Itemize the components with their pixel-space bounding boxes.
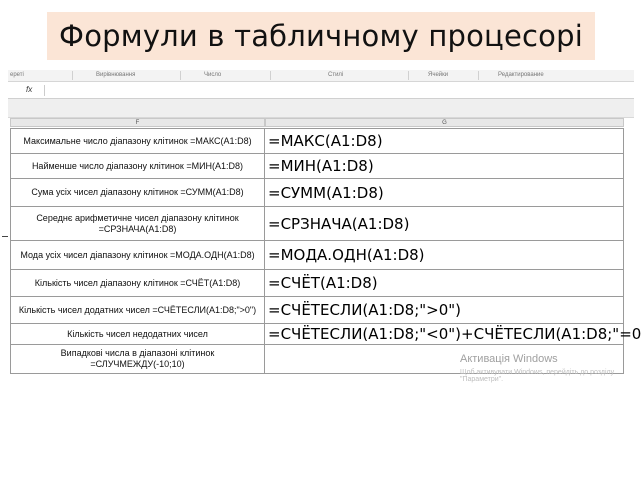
ribbon-separator bbox=[408, 71, 409, 80]
sheet-gray-area bbox=[8, 99, 634, 118]
ribbon-group-alignment[interactable]: Вирівнювання bbox=[96, 72, 135, 78]
description-cell[interactable]: Мода усіх чисел діапазону клітинок =МОДА… bbox=[10, 241, 265, 270]
ribbon-group-font[interactable]: ереті bbox=[10, 72, 24, 78]
formula-cell[interactable]: =СУММ(A1:D8) bbox=[265, 179, 624, 207]
formula-cell[interactable]: =МИН(A1:D8) bbox=[265, 154, 624, 179]
formula-cell[interactable]: =СЧЁТЕСЛИ(A1:D8;">0") bbox=[265, 297, 624, 324]
description-cell[interactable]: Максимальне число діапазону клітинок =МА… bbox=[10, 128, 265, 154]
table-row: Кількість чисел недодатних чисел =СЧЁТЕС… bbox=[10, 324, 641, 345]
ribbon-group-cells[interactable]: Ячейки bbox=[428, 72, 448, 78]
table-row: Кількість чисел діапазону клітинок =СЧЁТ… bbox=[10, 270, 624, 297]
description-cell[interactable]: Середнє арифметичне чисел діапазону кліт… bbox=[10, 207, 265, 241]
ribbon-separator bbox=[478, 71, 479, 80]
ribbon-group-number[interactable]: Число bbox=[204, 72, 221, 78]
description-cell[interactable]: Кількість чисел додатних чисел =СЧЁТЕСЛИ… bbox=[10, 297, 265, 324]
formula-cell[interactable]: =МОДА.ОДН(A1:D8) bbox=[265, 241, 624, 270]
ribbon-group-labels: ереті Вирівнювання Число Стилі Ячейки Ре… bbox=[8, 70, 634, 82]
windows-activation-watermark: Активація Windows bbox=[460, 353, 558, 365]
table-row: Максимальне число діапазону клітинок =МА… bbox=[10, 128, 624, 154]
description-cell[interactable]: Кількість чисел діапазону клітинок =СЧЁТ… bbox=[10, 270, 265, 297]
description-cell[interactable]: Кількість чисел недодатних чисел bbox=[10, 324, 265, 345]
row-divider-mark bbox=[2, 236, 8, 237]
table-row: Сума усіх чисел діапазону клітинок =СУММ… bbox=[10, 179, 624, 207]
windows-activation-hint: Щоб активувати Windows, перейдіть до роз… bbox=[460, 369, 615, 383]
table-row: Кількість чисел додатних чисел =СЧЁТЕСЛИ… bbox=[10, 297, 624, 324]
formula-cell[interactable]: =СЧЁТЕСЛИ(A1:D8;"<0")+СЧЁТЕСЛИ(A1:D8;"=0… bbox=[265, 324, 641, 345]
ribbon-group-editing[interactable]: Редактирование bbox=[498, 72, 544, 78]
description-cell[interactable]: Випадкові числа в діапазоні клітинок =СЛ… bbox=[10, 345, 265, 374]
table-row: Середнє арифметичне чисел діапазону кліт… bbox=[10, 207, 624, 241]
formula-bar: fx bbox=[8, 84, 634, 99]
ribbon-separator bbox=[270, 71, 271, 80]
formula-cell[interactable]: =МАКС(A1:D8) bbox=[265, 128, 624, 154]
fx-icon[interactable]: fx bbox=[26, 85, 32, 94]
description-cell[interactable]: Найменше число діапазону клітинок =МИН(A… bbox=[10, 154, 265, 179]
formula-cell[interactable]: =СРЗНАЧА(A1:D8) bbox=[265, 207, 624, 241]
description-cell[interactable]: Сума усіх чисел діапазону клітинок =СУММ… bbox=[10, 179, 265, 207]
table-row: Мода усіх чисел діапазону клітинок =МОДА… bbox=[10, 241, 624, 270]
slide-title-banner: Формули в табличному процесорі bbox=[47, 12, 595, 60]
formula-cell[interactable]: =СЧЁТ(A1:D8) bbox=[265, 270, 624, 297]
column-header-f[interactable]: F bbox=[10, 118, 265, 127]
ribbon-separator bbox=[180, 71, 181, 80]
slide-title: Формули в табличному процесорі bbox=[59, 19, 583, 53]
column-header-g[interactable]: G bbox=[265, 118, 624, 127]
formula-input[interactable] bbox=[44, 85, 633, 96]
ribbon-separator bbox=[72, 71, 73, 80]
table-row: Найменше число діапазону клітинок =МИН(A… bbox=[10, 154, 624, 179]
ribbon-group-styles[interactable]: Стилі bbox=[328, 72, 343, 78]
